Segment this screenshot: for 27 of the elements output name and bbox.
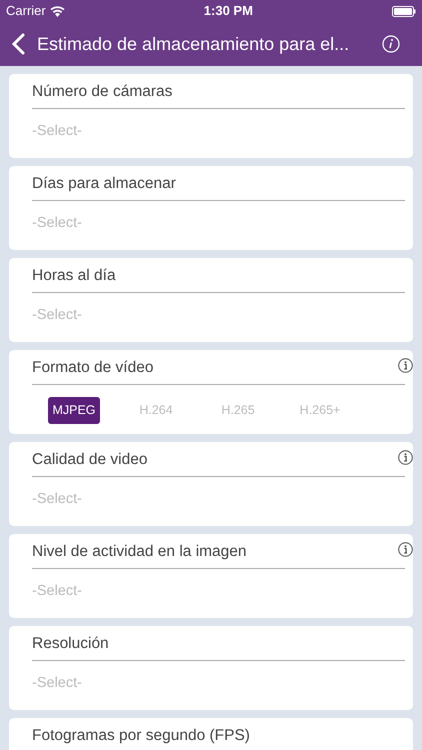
- info-icon[interactable]: [398, 450, 413, 465]
- format-option[interactable]: MJPEG: [48, 397, 100, 424]
- battery-icon: [392, 6, 416, 16]
- format-option[interactable]: H.265+: [294, 397, 346, 424]
- screen-title: Estimado de almacenamiento para el...: [37, 32, 350, 56]
- field-label: Calidad de video: [32, 442, 405, 478]
- info-icon[interactable]: [398, 542, 413, 557]
- select-field[interactable]: -Select-: [32, 293, 405, 327]
- select-field[interactable]: -Select-: [32, 109, 405, 143]
- clock: 1:30 PM: [204, 2, 253, 20]
- format-option[interactable]: H.264: [130, 397, 182, 424]
- select-field[interactable]: -Select-: [32, 201, 405, 235]
- field-label: Horas al día: [32, 258, 405, 294]
- wifi-icon: [50, 6, 65, 16]
- field-label: Formato de vídeo: [32, 350, 405, 386]
- back-icon[interactable]: [12, 33, 25, 55]
- field-label: Número de cámaras: [32, 74, 405, 110]
- field-label: Fotogramas por segundo (FPS): [32, 718, 405, 750]
- carrier-label: Carrier: [6, 2, 46, 20]
- field-label: Nivel de actividad en la imagen: [32, 534, 405, 570]
- select-field[interactable]: -Select-: [32, 569, 405, 603]
- select-field[interactable]: -Select-: [32, 477, 405, 511]
- select-field[interactable]: -Select-: [32, 661, 405, 695]
- format-option[interactable]: H.265: [212, 397, 264, 424]
- field-label: Resolución: [32, 626, 405, 662]
- info-icon[interactable]: [398, 358, 413, 373]
- field-label: Días para almacenar: [32, 166, 405, 202]
